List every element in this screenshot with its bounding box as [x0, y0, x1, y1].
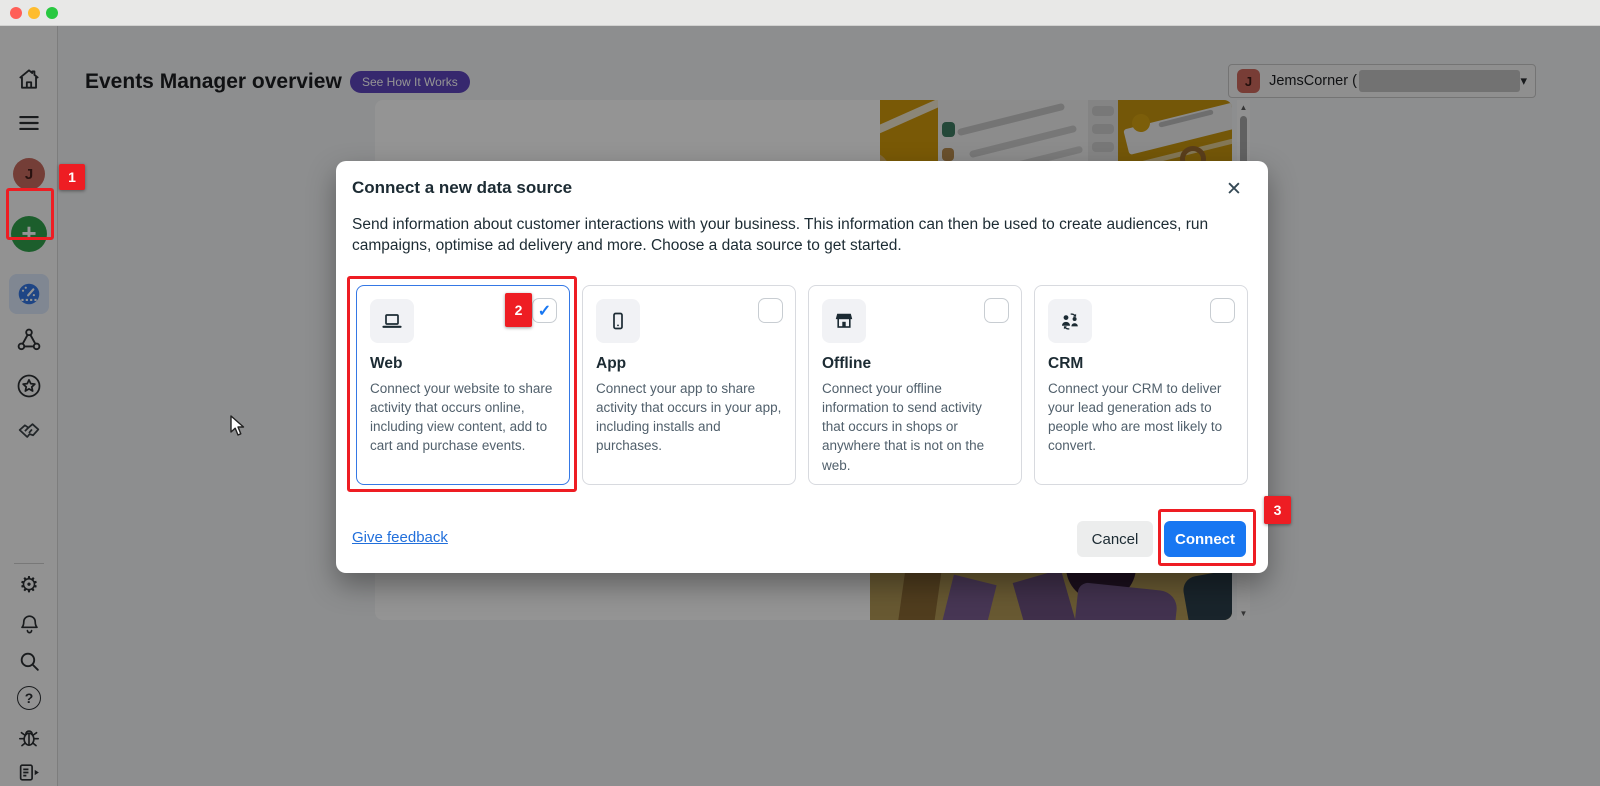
checkbox-unchecked[interactable] — [1210, 298, 1235, 323]
card-description: Connect your CRM to deliver your lead ge… — [1048, 379, 1234, 456]
give-feedback-link[interactable]: Give feedback — [352, 529, 448, 546]
store-icon — [822, 299, 866, 343]
data-source-card-offline[interactable]: Offline Connect your offline information… — [808, 285, 1022, 485]
checkbox-unchecked[interactable] — [984, 298, 1009, 323]
modal-description: Send information about customer interact… — [352, 214, 1244, 257]
annotation-badge-step1: 1 — [59, 164, 85, 190]
card-description: Connect your offline information to send… — [822, 379, 1008, 475]
checkbox-unchecked[interactable] — [758, 298, 783, 323]
annotation-badge-step3: 3 — [1264, 496, 1291, 524]
annotation-box-step2 — [347, 276, 577, 492]
cancel-button[interactable]: Cancel — [1077, 521, 1153, 557]
mouse-cursor — [230, 415, 248, 442]
data-source-card-crm[interactable]: CRM Connect your CRM to deliver your lea… — [1034, 285, 1248, 485]
close-icon[interactable]: ✕ — [1220, 175, 1248, 203]
data-source-card-app[interactable]: App Connect your app to share activity t… — [582, 285, 796, 485]
window-titlebar — [0, 0, 1600, 26]
card-description: Connect your app to share activity that … — [596, 379, 782, 456]
card-title: Offline — [822, 355, 1008, 373]
annotation-box-step3 — [1158, 509, 1256, 566]
window-close-button[interactable] — [10, 7, 22, 19]
annotation-badge-step2: 2 — [505, 293, 532, 327]
crm-people-icon — [1048, 299, 1092, 343]
annotation-box-step1 — [6, 188, 54, 240]
screen: J + ⚙ — [0, 0, 1600, 786]
card-title: CRM — [1048, 355, 1234, 373]
window-zoom-button[interactable] — [46, 7, 58, 19]
modal-title: Connect a new data source — [352, 178, 572, 198]
mobile-icon — [596, 299, 640, 343]
card-title: App — [596, 355, 782, 373]
window-minimize-button[interactable] — [28, 7, 40, 19]
